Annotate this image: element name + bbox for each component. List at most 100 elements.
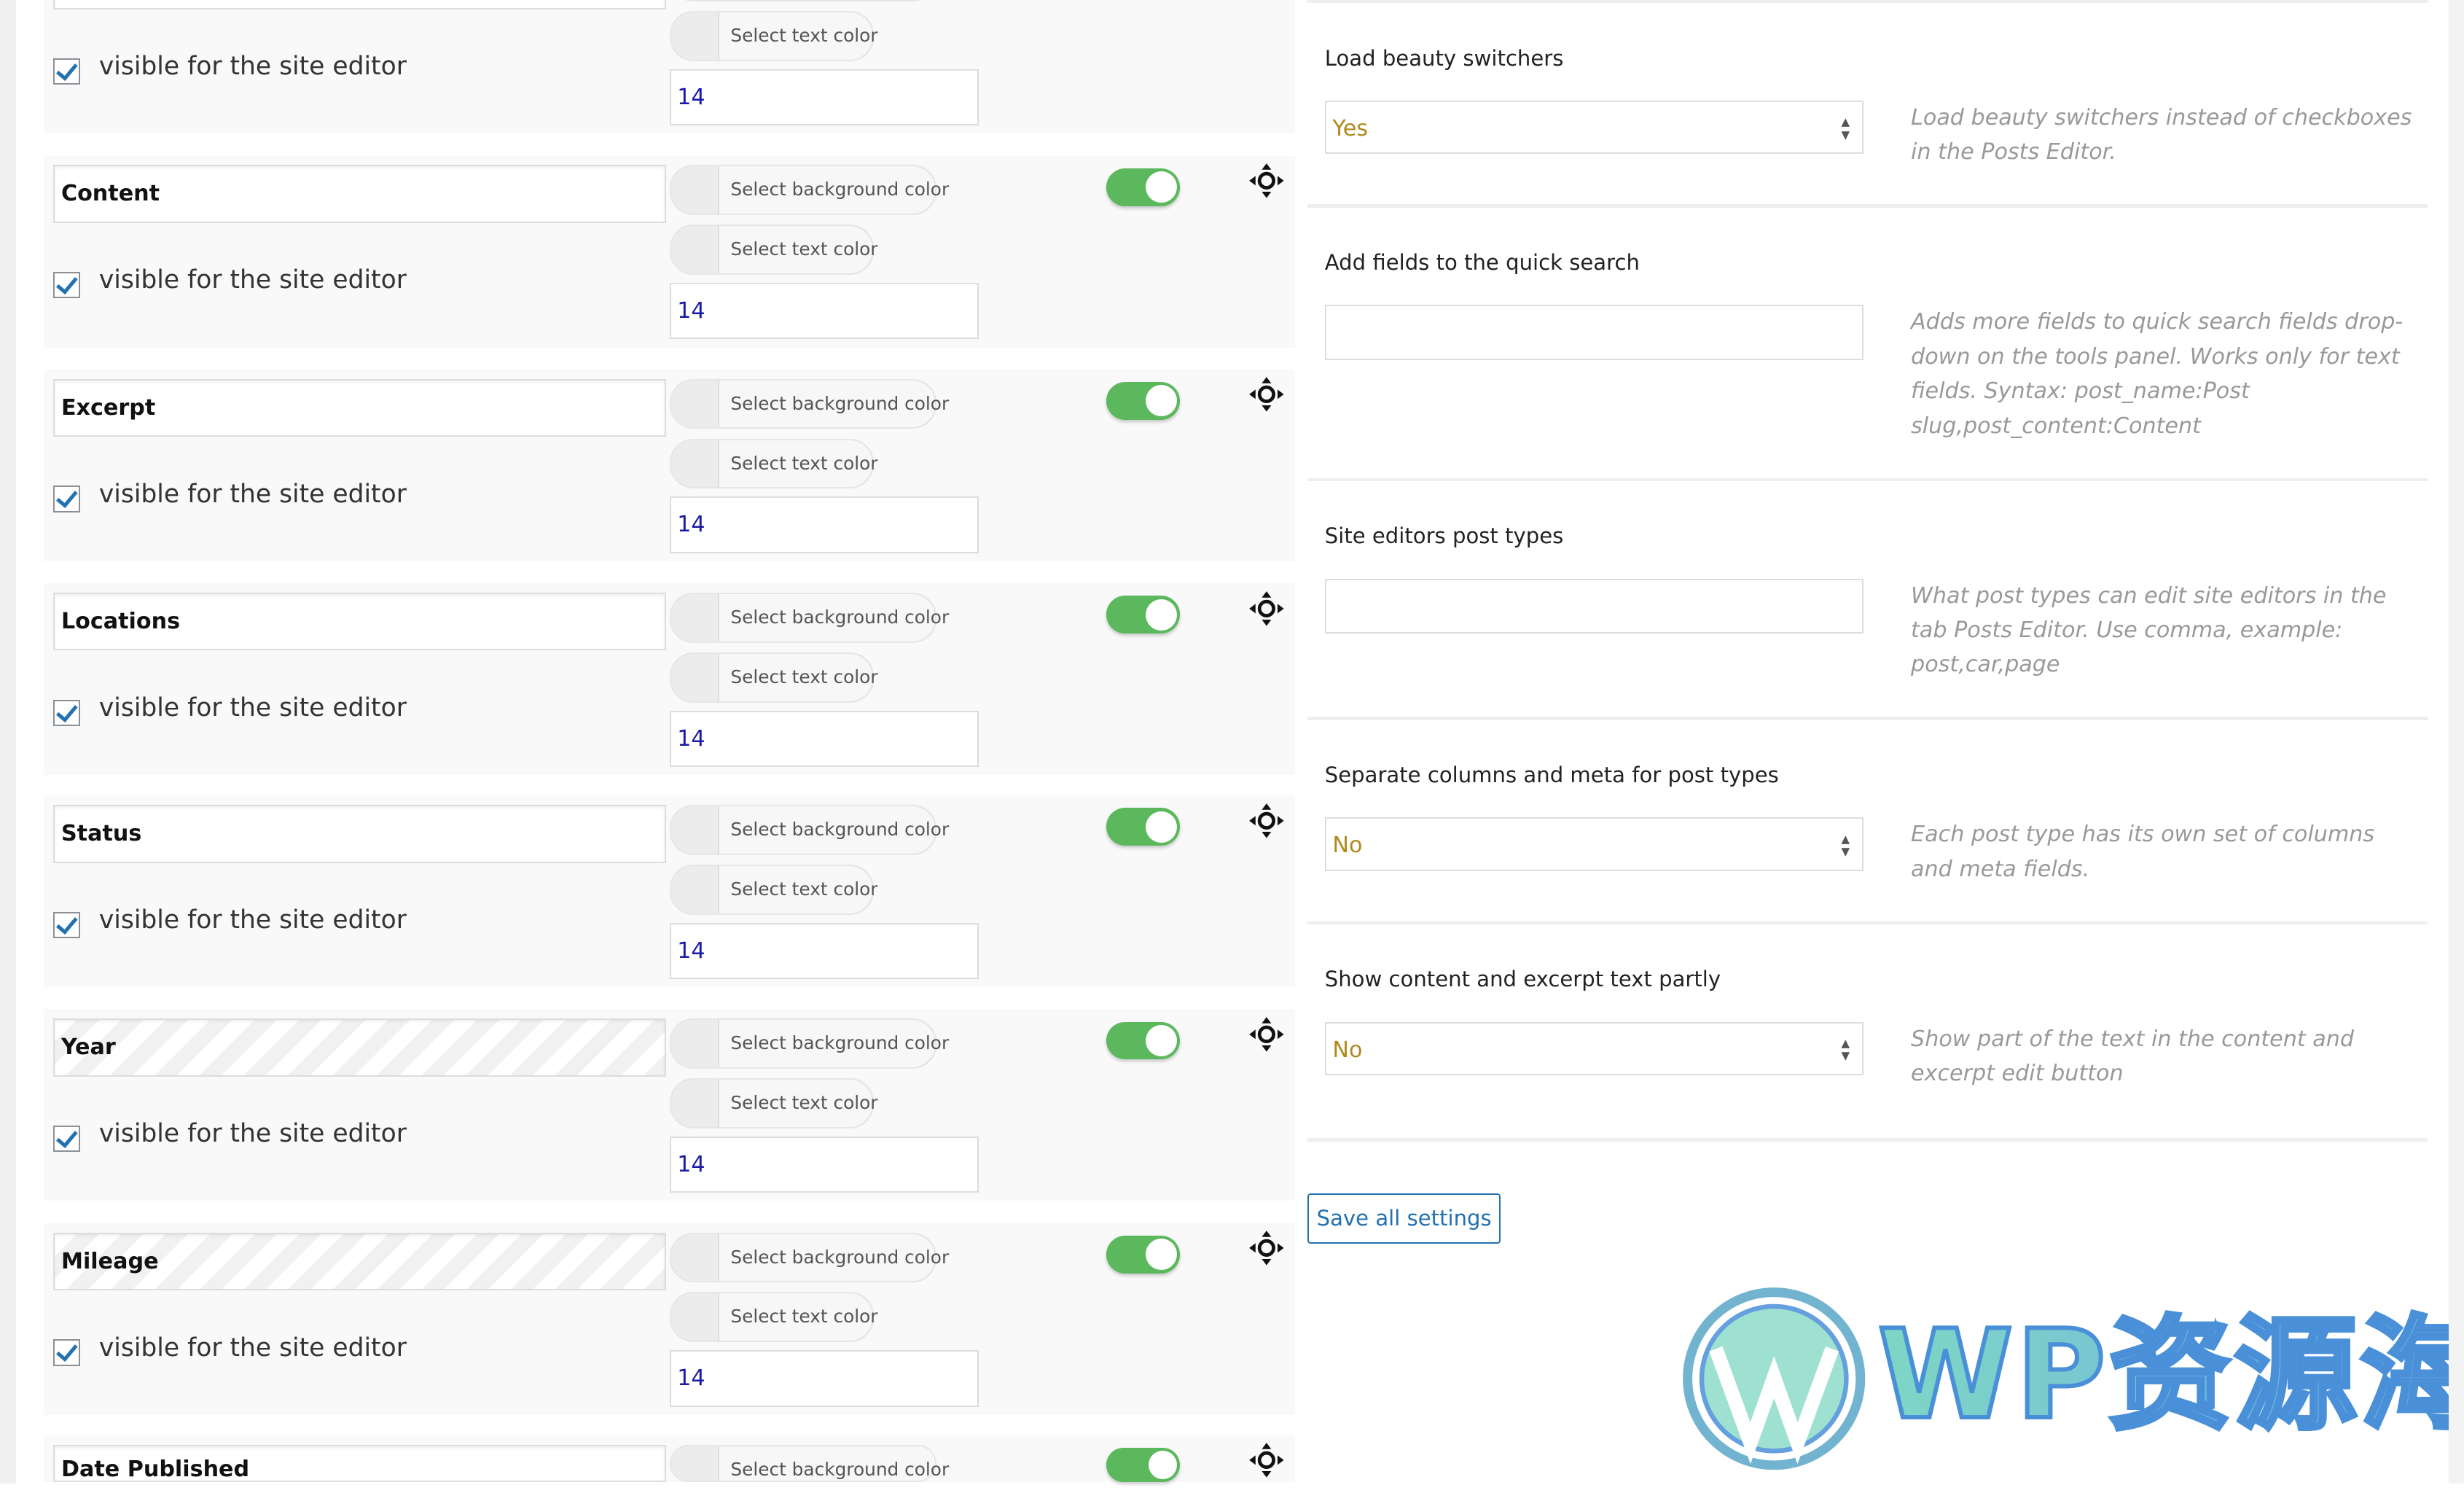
font-size-input[interactable]: 14: [670, 69, 979, 125]
divider: [1307, 204, 2428, 207]
field-name-input[interactable]: Date Published: [53, 1445, 666, 1482]
select-text-color-button[interactable]: Select text color: [670, 439, 874, 489]
select-background-color-button[interactable]: Select background color: [670, 379, 936, 429]
visible-checkbox[interactable]: [53, 700, 79, 726]
button-label: Select background color: [718, 166, 935, 214]
watermark-text: WP资源海: [1878, 1301, 2464, 1449]
select-background-color-button[interactable]: Select background color: [670, 593, 936, 643]
watermark-logo: [1681, 1286, 1866, 1471]
scrollbar[interactable]: [2449, 0, 2464, 1484]
move-arrows-icon[interactable]: [1248, 1016, 1286, 1053]
field-name-input[interactable]: Mileage: [53, 1233, 666, 1290]
visible-checkbox[interactable]: [53, 1339, 79, 1365]
select-background-color-button[interactable]: Select background color: [670, 165, 936, 215]
field-row: Excerpt Select background color Select t…: [44, 370, 1294, 561]
button-label: Select text color: [718, 440, 872, 488]
font-size-input[interactable]: 14: [670, 1137, 979, 1193]
field-row: Status Select background color Select te…: [44, 795, 1294, 987]
button-label: Select text color: [718, 12, 872, 60]
setting-description: Show part of the text in the content and…: [1911, 1022, 2414, 1091]
button-label: Select background color: [718, 1234, 935, 1282]
select-text-color-button[interactable]: Select text color: [670, 11, 874, 61]
settings-page: Select background color Select text colo…: [0, 0, 2464, 1484]
visible-label: visible for the site editor: [99, 265, 407, 295]
move-arrows-icon[interactable]: [1248, 162, 1286, 200]
enabled-toggle[interactable]: [1106, 168, 1180, 206]
enabled-toggle[interactable]: [1106, 596, 1180, 634]
setting-label: Load beauty switchers: [1325, 46, 1564, 71]
move-arrows-icon[interactable]: [1248, 1441, 1286, 1479]
setting-description: Load beauty switchers instead of checkbo…: [1911, 101, 2414, 170]
move-arrows-icon[interactable]: [1248, 802, 1286, 840]
select-text-color-button[interactable]: Select text color: [670, 1078, 874, 1128]
font-size-input[interactable]: 14: [670, 711, 979, 767]
visible-checkbox[interactable]: [53, 1126, 79, 1152]
button-label: Select text color: [718, 866, 872, 913]
font-size-input[interactable]: 14: [670, 283, 979, 339]
button-label: Select background color: [718, 594, 935, 642]
setting-label: Site editors post types: [1325, 523, 1564, 548]
field-name-input[interactable]: Year: [53, 1018, 666, 1076]
enabled-toggle[interactable]: [1106, 1022, 1180, 1060]
field-row: Locations Select background color Select…: [44, 583, 1294, 775]
enabled-toggle[interactable]: [1106, 1236, 1180, 1274]
button-label: Select text color: [718, 226, 872, 273]
field-name-input[interactable]: [53, 0, 666, 9]
move-arrows-icon[interactable]: [1248, 590, 1286, 628]
select-background-color-button[interactable]: Select background color: [670, 1233, 936, 1283]
button-label: Select background color: [718, 1020, 935, 1067]
enabled-toggle[interactable]: [1106, 382, 1180, 420]
button-label: Select background color: [718, 1446, 935, 1481]
field-name-input[interactable]: Status: [53, 805, 666, 862]
visible-checkbox[interactable]: [53, 486, 79, 512]
select-background-color-button[interactable]: Select background color: [670, 805, 936, 855]
visible-checkbox[interactable]: [53, 912, 79, 938]
enabled-toggle[interactable]: [1106, 1448, 1180, 1482]
field-row: Select background color Select text colo…: [44, 0, 1294, 133]
move-arrows-icon[interactable]: [1248, 1229, 1286, 1267]
font-size-input[interactable]: 14: [670, 496, 979, 553]
visible-checkbox[interactable]: [53, 272, 79, 298]
field-name-input[interactable]: Locations: [53, 593, 666, 650]
button-label: Select background color: [718, 806, 935, 854]
select-background-color-button[interactable]: Select background color: [670, 1018, 936, 1069]
setting-label: Add fields to the quick search: [1325, 250, 1640, 275]
select-text-color-button[interactable]: Select text color: [670, 225, 874, 275]
select-arrows-icon: ▲▼: [1842, 1037, 1850, 1063]
visible-checkbox[interactable]: [53, 58, 79, 85]
select-arrows-icon: ▲▼: [1842, 116, 1850, 141]
setting-select[interactable]: No ▲▼: [1325, 817, 1864, 870]
select-text-color-button[interactable]: Select text color: [670, 652, 874, 703]
setting-label: Show content and excerpt text partly: [1325, 967, 1721, 991]
divider: [1307, 1138, 2428, 1141]
setting-select[interactable]: Yes ▲▼: [1325, 101, 1864, 154]
divider: [1307, 717, 2428, 720]
font-size-input[interactable]: 14: [670, 1350, 979, 1406]
select-background-color-button[interactable]: Select background color: [670, 1445, 936, 1482]
setting-select[interactable]: No▲▼: [1325, 1022, 1864, 1075]
visible-label: visible for the site editor: [99, 1333, 407, 1363]
divider: [1307, 0, 2428, 3]
visible-label: visible for the site editor: [99, 1119, 407, 1148]
field-row: Date Published Select background color: [44, 1435, 1294, 1483]
enabled-toggle[interactable]: [1106, 808, 1180, 846]
field-row: Content Select background color Select t…: [44, 156, 1294, 348]
select-value: Yes: [1332, 116, 1368, 141]
save-all-settings-button[interactable]: Save all settings: [1307, 1193, 1501, 1244]
move-arrows-icon[interactable]: [1248, 375, 1286, 413]
select-arrows-icon: ▲▼: [1842, 833, 1850, 859]
select-text-color-button[interactable]: Select text color: [670, 1292, 874, 1342]
setting-description: Each post type has its own set of column…: [1911, 817, 2414, 886]
setting-input[interactable]: [1325, 305, 1864, 359]
font-size-input[interactable]: 14: [670, 923, 979, 979]
button-label: Select text color: [718, 1293, 872, 1341]
setting-input[interactable]: [1325, 579, 1864, 634]
select-text-color-button[interactable]: Select text color: [670, 865, 874, 915]
field-name-input[interactable]: Excerpt: [53, 379, 666, 437]
field-name-input[interactable]: Content: [53, 165, 666, 222]
select-background-color-button[interactable]: Select background color: [670, 0, 936, 1]
button-label: Select text color: [718, 1080, 872, 1127]
select-value: No: [1332, 833, 1362, 858]
divider: [1307, 921, 2428, 924]
button-label: Select text color: [718, 654, 872, 701]
